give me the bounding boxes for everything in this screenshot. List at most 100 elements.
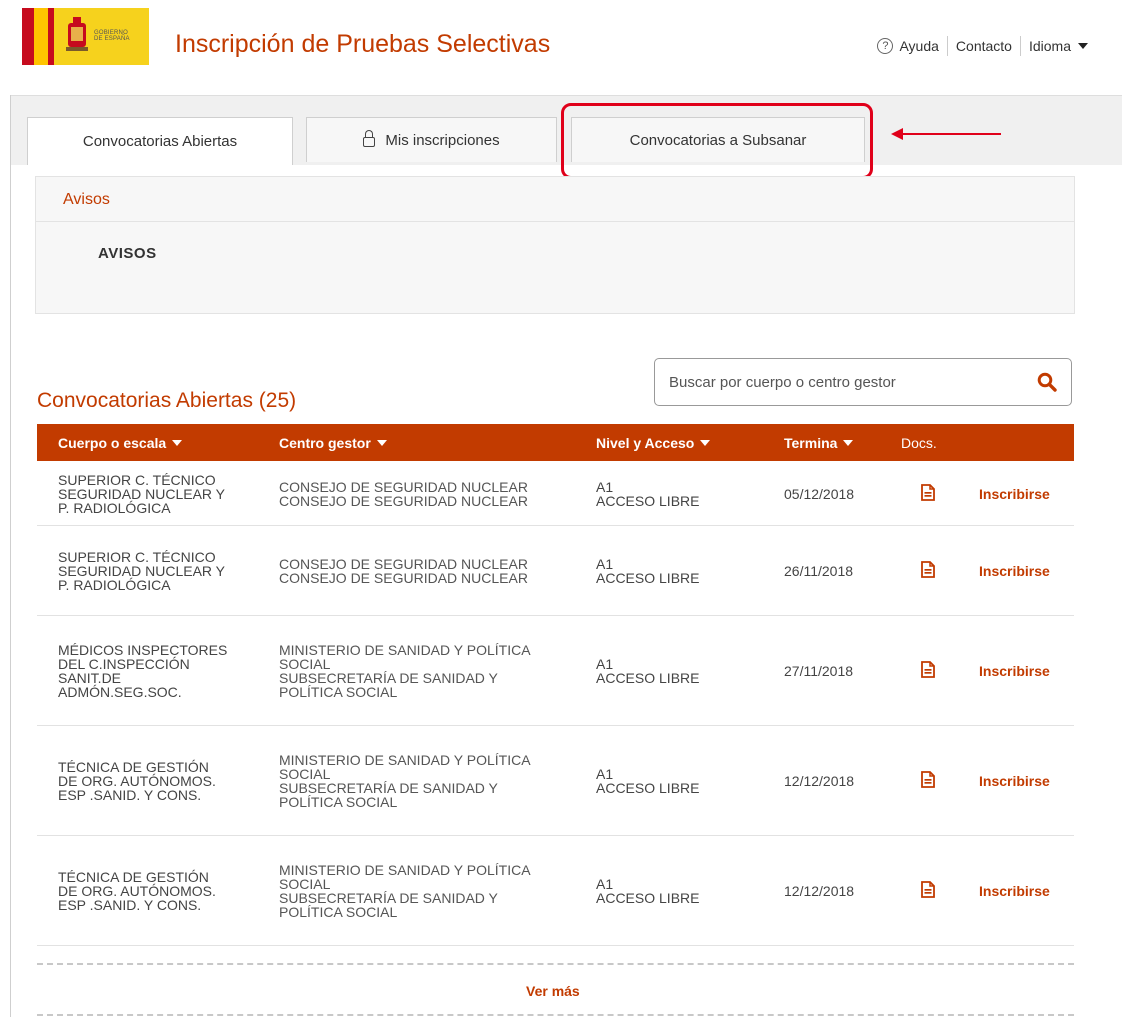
nivel-cell: A1 ACCESO LIBRE xyxy=(596,657,766,685)
cuerpo-cell-line: SUPERIOR C. TÉCNICO xyxy=(58,472,216,488)
column-header-cuerpo[interactable]: Cuerpo o escala xyxy=(58,435,183,451)
centro-cell-line: SOCIAL xyxy=(279,656,331,672)
table-row: SUPERIOR C. TÉCNICO SEGURIDAD NUCLEAR Y P.… xyxy=(37,526,1074,616)
document-icon[interactable] xyxy=(921,771,935,788)
cuerpo-cell-line: SEGURIDAD NUCLEAR Y xyxy=(58,563,226,579)
cuerpo-cell-line: DE ORG. AUTÓNOMOS. xyxy=(58,883,216,899)
cuerpo-cell-line: TÉCNICA DE GESTIÓN xyxy=(58,759,209,775)
flag-stripe xyxy=(22,8,34,65)
avisos-header: Avisos xyxy=(36,177,1074,222)
tab-mis-inscripciones[interactable]: Mis inscripciones xyxy=(306,117,557,162)
document-icon[interactable] xyxy=(921,881,935,898)
centro-cell: MINISTERIO DE SANIDAD Y POLÍTICA SOCIAL SU… xyxy=(279,863,579,919)
nivel-cell-line: A1 xyxy=(596,656,614,672)
nivel-cell-line: A1 xyxy=(596,876,614,892)
nivel-cell: A1 ACCESO LIBRE xyxy=(596,767,766,795)
nivel-cell-line: A1 xyxy=(596,766,614,782)
tab-convocatorias-abiertas[interactable]: Convocatorias Abiertas xyxy=(27,117,293,165)
nivel-cell-line: ACCESO LIBRE xyxy=(596,890,700,906)
centro-cell-line: CONSEJO DE SEGURIDAD NUCLEAR xyxy=(279,493,528,509)
document-icon[interactable] xyxy=(921,661,935,678)
link-separator xyxy=(946,36,948,56)
cuerpo-cell: TÉCNICA DE GESTIÓN DE ORG. AUTÓNOMOS. ESP … xyxy=(58,870,263,912)
contact-link[interactable]: Contacto xyxy=(956,38,1012,54)
table-body: SUPERIOR C. TÉCNICO SEGURIDAD NUCLEAR Y P.… xyxy=(37,461,1074,946)
search-icon[interactable] xyxy=(1037,372,1057,392)
help-link[interactable]: Ayuda xyxy=(899,38,938,54)
centro-cell-line: MINISTERIO DE SANIDAD Y POLÍTICA xyxy=(279,752,531,768)
coat-of-arms-icon xyxy=(66,17,88,51)
nivel-cell-line: ACCESO LIBRE xyxy=(596,570,700,586)
annotation-arrow xyxy=(898,133,1001,135)
link-separator xyxy=(1019,36,1021,56)
tab-label: Mis inscripciones xyxy=(385,131,500,149)
termina-cell: 05/12/2018 xyxy=(784,486,855,502)
termina-cell: 26/11/2018 xyxy=(784,563,854,579)
cuerpo-cell-line: DEL C.INSPECCIÓN xyxy=(58,656,190,672)
language-selector[interactable]: Idioma xyxy=(1029,38,1071,54)
inscribirse-link[interactable]: Inscribirse xyxy=(979,773,1050,789)
column-header-label: Termina xyxy=(784,435,838,451)
cuerpo-cell-line: DE ORG. AUTÓNOMOS. xyxy=(58,773,216,789)
column-header-label: Centro gestor xyxy=(279,435,371,451)
inscribirse-link[interactable]: Inscribirse xyxy=(979,486,1050,502)
government-logo-text: GOBIERNO DE ESPAÑA xyxy=(94,30,130,42)
centro-cell-line: POLÍTICA SOCIAL xyxy=(279,904,398,920)
government-logo[interactable]: GOBIERNO DE ESPAÑA xyxy=(22,8,149,65)
help-icon[interactable]: ? xyxy=(877,38,894,54)
table-row: TÉCNICA DE GESTIÓN DE ORG. AUTÓNOMOS. ESP … xyxy=(37,836,1074,946)
document-icon[interactable] xyxy=(921,561,935,578)
section-title: Convocatorias Abiertas (25) xyxy=(37,389,297,412)
inscribirse-link[interactable]: Inscribirse xyxy=(979,883,1050,899)
nivel-cell: A1 ACCESO LIBRE xyxy=(596,877,766,905)
search-input[interactable] xyxy=(669,371,1009,393)
flag-stripe xyxy=(34,8,48,65)
centro-cell-line: MINISTERIO DE SANIDAD Y POLÍTICA xyxy=(279,862,531,878)
column-header-termina[interactable]: Termina xyxy=(784,435,854,451)
tab-label: Convocatorias Abiertas xyxy=(82,133,238,150)
lock-icon xyxy=(363,130,376,147)
centro-cell-line: MINISTERIO DE SANIDAD Y POLÍTICA xyxy=(279,642,531,658)
cuerpo-cell: SUPERIOR C. TÉCNICO SEGURIDAD NUCLEAR Y P.… xyxy=(58,550,263,592)
search-box xyxy=(654,358,1072,406)
arrow-left-icon xyxy=(891,128,903,140)
nivel-cell-line: A1 xyxy=(596,556,614,572)
cuerpo-cell-line: TÉCNICA DE GESTIÓN xyxy=(58,869,209,885)
cuerpo-cell-line: ESP .SANID. Y CONS. xyxy=(58,897,202,913)
convocatorias-table: Cuerpo o escala Centro gestor Nivel y Ac… xyxy=(37,424,1074,946)
termina-cell: 12/12/2018 xyxy=(784,773,855,789)
cuerpo-cell-line: SEGURIDAD NUCLEAR Y xyxy=(58,486,226,502)
avisos-subtitle: AVISOS xyxy=(98,245,157,262)
inscribirse-link[interactable]: Inscribirse xyxy=(979,663,1050,679)
site-header: GOBIERNO DE ESPAÑA Inscripción de Pruebas… xyxy=(0,0,1122,95)
cuerpo-cell-line: P. RADIOLÓGICA xyxy=(58,500,171,516)
cuerpo-cell: MÉDICOS INSPECTORES DEL C.INSPECCIÓN SANIT… xyxy=(58,643,263,699)
inscribirse-link[interactable]: Inscribirse xyxy=(979,563,1050,579)
sort-down-icon xyxy=(700,440,711,446)
column-header-label: Nivel y Acceso xyxy=(596,435,695,451)
document-icon[interactable] xyxy=(921,484,935,501)
chevron-down-icon[interactable] xyxy=(1078,43,1088,49)
ver-mas-link[interactable]: Ver más xyxy=(526,983,580,999)
cuerpo-cell-line: P. RADIOLÓGICA xyxy=(58,577,171,593)
annotation-highlight-box xyxy=(561,103,873,179)
table-row: SUPERIOR C. TÉCNICO SEGURIDAD NUCLEAR Y P.… xyxy=(37,461,1074,526)
top-links: ? Ayuda Contacto Idioma xyxy=(877,36,1088,56)
centro-cell-line: POLÍTICA SOCIAL xyxy=(279,684,398,700)
table-row: MÉDICOS INSPECTORES DEL C.INSPECCIÓN SANIT… xyxy=(37,616,1074,726)
column-header-nivel[interactable]: Nivel y Acceso xyxy=(596,435,711,451)
column-header-label: Docs. xyxy=(901,435,937,451)
cuerpo-cell-line: MÉDICOS INSPECTORES xyxy=(58,642,228,658)
centro-cell-line: CONSEJO DE SEGURIDAD NUCLEAR xyxy=(279,570,528,586)
centro-cell-line: SUBSECRETARÍA DE SANIDAD Y xyxy=(279,780,498,796)
table-header: Cuerpo o escala Centro gestor Nivel y Ac… xyxy=(37,424,1074,461)
centro-cell-line: SOCIAL xyxy=(279,766,331,782)
nivel-cell: A1 ACCESO LIBRE xyxy=(596,557,766,585)
column-header-centro[interactable]: Centro gestor xyxy=(279,435,387,451)
flag-stripe xyxy=(48,8,54,65)
column-header-label: Cuerpo o escala xyxy=(58,435,167,451)
centro-cell-line: CONSEJO DE SEGURIDAD NUCLEAR xyxy=(279,479,528,495)
nivel-cell-line: ACCESO LIBRE xyxy=(596,670,700,686)
avisos-title: Avisos xyxy=(63,191,110,208)
termina-cell: 27/11/2018 xyxy=(784,663,854,679)
